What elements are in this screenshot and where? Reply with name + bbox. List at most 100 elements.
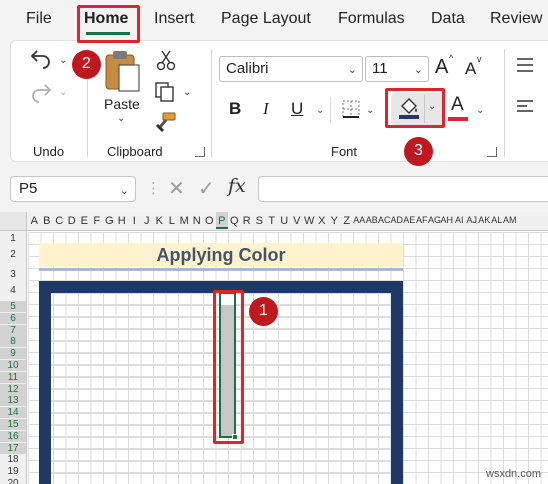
row-header[interactable]: 15 bbox=[0, 419, 26, 430]
row-header[interactable]: 17 bbox=[0, 442, 26, 454]
tab-file[interactable]: File bbox=[26, 10, 52, 28]
cut-icon[interactable] bbox=[156, 49, 176, 71]
column-header[interactable]: E bbox=[78, 215, 91, 227]
clipboard-dialog-launcher-icon[interactable] bbox=[195, 147, 205, 157]
tab-data[interactable]: Data bbox=[431, 10, 465, 28]
column-header[interactable]: X bbox=[316, 215, 329, 227]
row-header[interactable]: 16 bbox=[0, 430, 26, 442]
column-header[interactable]: AM bbox=[503, 215, 517, 225]
row-header[interactable]: 8 bbox=[0, 336, 26, 348]
tab-page-layout[interactable]: Page Layout bbox=[221, 10, 311, 28]
paste-label[interactable]: Paste bbox=[104, 96, 140, 112]
bold-button[interactable]: B bbox=[229, 99, 241, 119]
row-header[interactable]: 4 bbox=[0, 285, 26, 296]
undo-dropdown-icon[interactable]: ⌄ bbox=[59, 55, 67, 66]
column-header[interactable]: C bbox=[53, 215, 66, 227]
column-header[interactable]: G bbox=[103, 215, 116, 227]
name-box[interactable]: P5 ⌄ bbox=[10, 176, 136, 202]
column-header[interactable]: AJ bbox=[466, 215, 479, 225]
chevron-down-icon: ⌄ bbox=[119, 185, 129, 197]
font-size-select[interactable]: 11 ⌄ bbox=[365, 56, 429, 82]
formula-input[interactable] bbox=[258, 176, 548, 202]
row-header[interactable]: 9 bbox=[0, 348, 26, 360]
column-header[interactable]: AA bbox=[353, 215, 366, 225]
column-header[interactable]: AF bbox=[416, 215, 429, 225]
redo-dropdown-icon[interactable]: ⌄ bbox=[59, 87, 67, 98]
shrink-font-button[interactable]: A bbox=[465, 59, 476, 79]
copy-dropdown-icon[interactable]: ⌄ bbox=[183, 87, 191, 98]
column-header[interactable]: Y bbox=[328, 215, 341, 227]
font-color-dropdown-icon[interactable]: ⌄ bbox=[476, 105, 484, 116]
align-left-icon[interactable] bbox=[515, 99, 535, 115]
row-header[interactable]: 2 bbox=[0, 249, 26, 260]
borders-dropdown-icon[interactable]: ⌄ bbox=[366, 105, 374, 116]
title-cell[interactable]: Applying Color bbox=[39, 243, 403, 267]
column-header[interactable]: Q bbox=[228, 215, 241, 227]
row-header[interactable]: 19 bbox=[0, 466, 26, 477]
row-header[interactable]: 20 bbox=[0, 478, 26, 484]
column-header[interactable]: K bbox=[153, 215, 166, 227]
row-header[interactable]: 1 bbox=[0, 233, 26, 244]
font-name-select[interactable]: Calibri ⌄ bbox=[219, 56, 363, 82]
column-header[interactable]: V bbox=[291, 215, 304, 227]
row-header[interactable]: 5 bbox=[0, 301, 26, 312]
column-header[interactable]: AD bbox=[391, 215, 404, 225]
column-header[interactable]: AG bbox=[428, 215, 441, 225]
column-header[interactable]: A bbox=[28, 215, 41, 227]
column-header[interactable]: D bbox=[66, 215, 79, 227]
column-header[interactable]: L bbox=[166, 215, 179, 227]
column-header[interactable]: AH bbox=[441, 215, 454, 225]
column-header[interactable]: AK bbox=[478, 215, 491, 225]
column-header[interactable]: AI bbox=[453, 215, 466, 225]
undo-icon[interactable] bbox=[29, 47, 53, 69]
underline-button[interactable]: U bbox=[291, 99, 303, 119]
row-header[interactable]: 7 bbox=[0, 324, 26, 336]
column-header[interactable]: N bbox=[191, 215, 204, 227]
underline-dropdown-icon[interactable]: ⌄ bbox=[316, 105, 324, 116]
column-header[interactable]: H bbox=[116, 215, 129, 227]
column-header[interactable]: R bbox=[241, 215, 254, 227]
paste-icon[interactable] bbox=[103, 49, 141, 93]
column-header[interactable]: AE bbox=[403, 215, 416, 225]
select-all-corner[interactable] bbox=[0, 212, 27, 231]
insert-function-icon[interactable]: fx bbox=[228, 175, 246, 197]
column-header[interactable]: P bbox=[215, 212, 228, 229]
borders-icon[interactable] bbox=[341, 99, 361, 119]
enter-icon: ✓ bbox=[198, 178, 215, 200]
column-header[interactable]: AC bbox=[378, 215, 391, 225]
column-header[interactable]: I bbox=[128, 215, 141, 227]
copy-icon[interactable] bbox=[154, 81, 176, 103]
column-header[interactable]: T bbox=[266, 215, 279, 227]
font-color-button[interactable]: A bbox=[451, 94, 464, 116]
tab-review[interactable]: Review bbox=[490, 10, 542, 28]
column-header[interactable]: W bbox=[303, 215, 316, 227]
highlight-fill-color bbox=[385, 88, 445, 128]
paste-dropdown-icon[interactable]: ⌄ bbox=[117, 113, 125, 124]
row-header[interactable]: 3 bbox=[0, 269, 26, 280]
tab-insert[interactable]: Insert bbox=[154, 10, 194, 28]
column-header[interactable]: U bbox=[278, 215, 291, 227]
italic-button[interactable]: I bbox=[263, 99, 269, 119]
row-header[interactable]: 14 bbox=[0, 407, 26, 419]
row-header[interactable]: 12 bbox=[0, 383, 26, 395]
format-painter-icon[interactable] bbox=[155, 111, 177, 133]
column-header[interactable]: J bbox=[141, 215, 154, 227]
column-header[interactable]: AB bbox=[366, 215, 379, 225]
column-header[interactable]: Z bbox=[341, 215, 354, 227]
column-header[interactable]: AL bbox=[491, 215, 504, 225]
font-dialog-launcher-icon[interactable] bbox=[487, 147, 497, 157]
row-header[interactable]: 6 bbox=[0, 312, 26, 324]
row-header[interactable]: 13 bbox=[0, 395, 26, 407]
row-header[interactable]: 18 bbox=[0, 454, 26, 465]
tab-formulas[interactable]: Formulas bbox=[338, 10, 405, 28]
column-header[interactable]: O bbox=[203, 215, 216, 227]
column-header[interactable]: M bbox=[178, 215, 191, 227]
column-header[interactable]: S bbox=[253, 215, 266, 227]
row-header[interactable]: 10 bbox=[0, 360, 26, 371]
row-header[interactable]: 11 bbox=[0, 371, 26, 383]
column-header[interactable]: B bbox=[41, 215, 54, 227]
column-header[interactable]: F bbox=[91, 215, 104, 227]
redo-icon[interactable] bbox=[29, 81, 53, 103]
grow-font-button[interactable]: A bbox=[435, 56, 448, 79]
align-top-icon[interactable] bbox=[515, 57, 535, 73]
